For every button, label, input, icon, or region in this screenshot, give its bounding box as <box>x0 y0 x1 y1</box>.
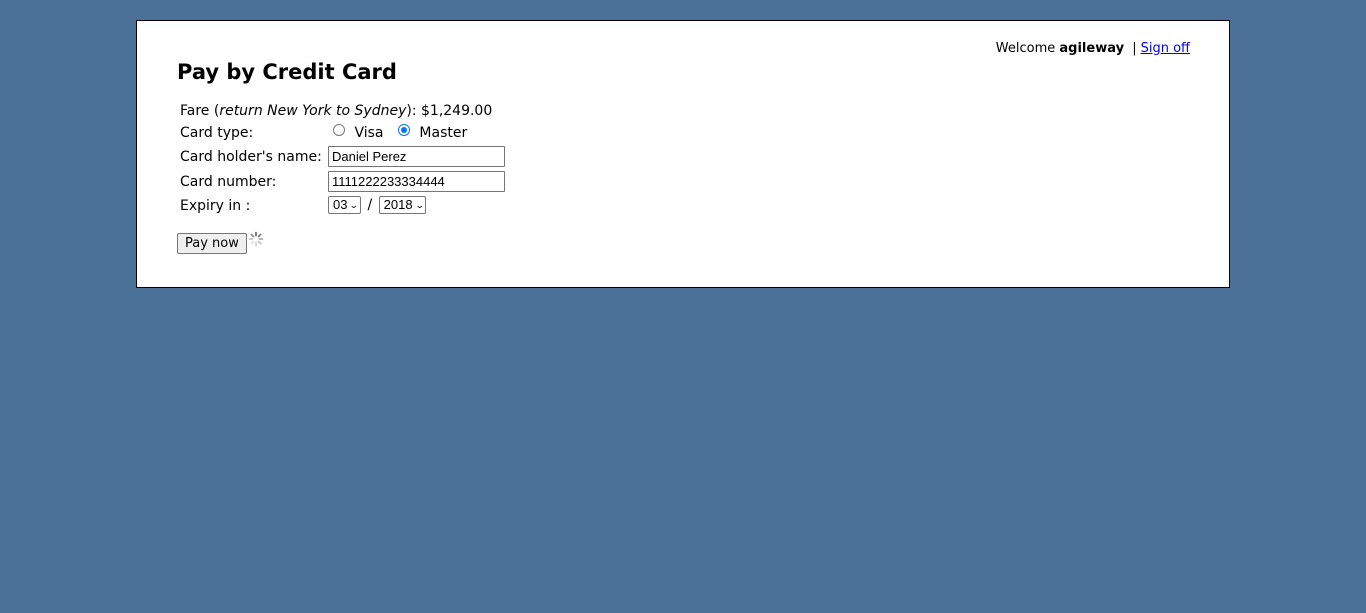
spinner-icon <box>248 231 264 247</box>
expiry-row: Expiry in : 03 ⌄ / 2018 ⌄ <box>180 196 520 220</box>
expiry-controls: 03 ⌄ / 2018 ⌄ <box>328 196 427 214</box>
visa-radio[interactable] <box>333 124 345 136</box>
sign-off-link[interactable]: Sign off <box>1141 41 1190 56</box>
expiry-separator: / <box>367 197 373 213</box>
welcome-text: Welcome <box>995 41 1056 56</box>
holder-name-row: Card holder's name: <box>180 146 520 170</box>
expiry-month-select[interactable]: 03 ⌄ <box>328 196 362 214</box>
welcome-separator: | <box>1132 41 1137 56</box>
fare-amount: $1,249.00 <box>421 103 493 119</box>
card-number-row: Card number: <box>180 171 520 195</box>
username: agileway <box>1059 41 1125 56</box>
expiry-year-value: 2018 <box>383 197 413 212</box>
expiry-year-select[interactable]: 2018 ⌄ <box>378 196 427 214</box>
card-number-input[interactable] <box>328 171 505 192</box>
chevron-down-icon: ⌄ <box>349 200 360 210</box>
fare-row: Fare (return New York to Sydney): $1,249… <box>180 103 492 119</box>
fare-route: return New York to Sydney <box>219 103 407 119</box>
pay-now-button[interactable]: Pay now <box>177 233 247 254</box>
chevron-down-icon: ⌄ <box>414 200 425 210</box>
page-title: Pay by Credit Card <box>177 60 397 84</box>
card-type-options: Visa Master <box>333 124 468 141</box>
welcome-bar: Welcome agileway | Sign off <box>996 41 1190 56</box>
card-number-label: Card number: <box>180 174 277 190</box>
master-label: Master <box>419 125 468 141</box>
master-radio[interactable] <box>397 124 410 136</box>
holder-name-input[interactable] <box>328 146 505 167</box>
fare-label-suffix: ): <box>406 103 417 119</box>
holder-name-label: Card holder's name: <box>180 149 322 165</box>
expiry-month-value: 03 <box>333 197 348 212</box>
main-panel: Welcome agileway | Sign off Pay by Credit… <box>136 20 1230 288</box>
expiry-label: Expiry in : <box>180 198 251 214</box>
visa-label: Visa <box>354 125 384 141</box>
card-type-label: Card type: <box>180 125 254 141</box>
fare-label-prefix: Fare ( <box>180 103 220 119</box>
